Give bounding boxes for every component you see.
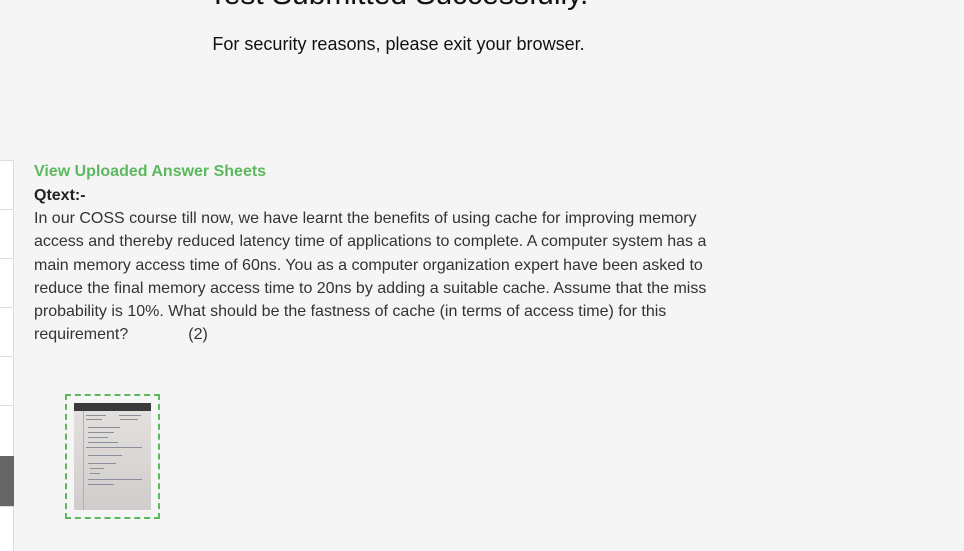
question-body: In our COSS course till now, we have lea… [34,210,707,344]
question-nav-item[interactable] [0,160,14,209]
question-nav-item[interactable] [0,405,14,456]
question-nav-rail [0,160,14,551]
question-nav-item-active[interactable] [0,456,14,506]
qtext-label: Qtext:- [34,187,86,204]
question-text: In our COSS course till now, we have lea… [34,207,740,347]
security-message: For security reasons, please exit your b… [212,34,585,54]
answer-section: View Uploaded Answer Sheets Qtext:- In o… [34,161,744,347]
question-nav-item[interactable] [0,307,14,356]
question-nav-item[interactable] [0,506,14,551]
question-nav-item[interactable] [0,258,14,307]
page-title: Test Submitted Successfully. [0,0,797,12]
view-uploaded-answer-sheets-link[interactable]: View Uploaded Answer Sheets [34,161,266,183]
question-nav-item[interactable] [0,209,14,258]
answer-sheet-image [74,403,151,510]
question-nav-item[interactable] [0,356,14,405]
question-marks: (2) [188,326,208,344]
answer-sheet-thumbnail[interactable] [65,394,160,519]
